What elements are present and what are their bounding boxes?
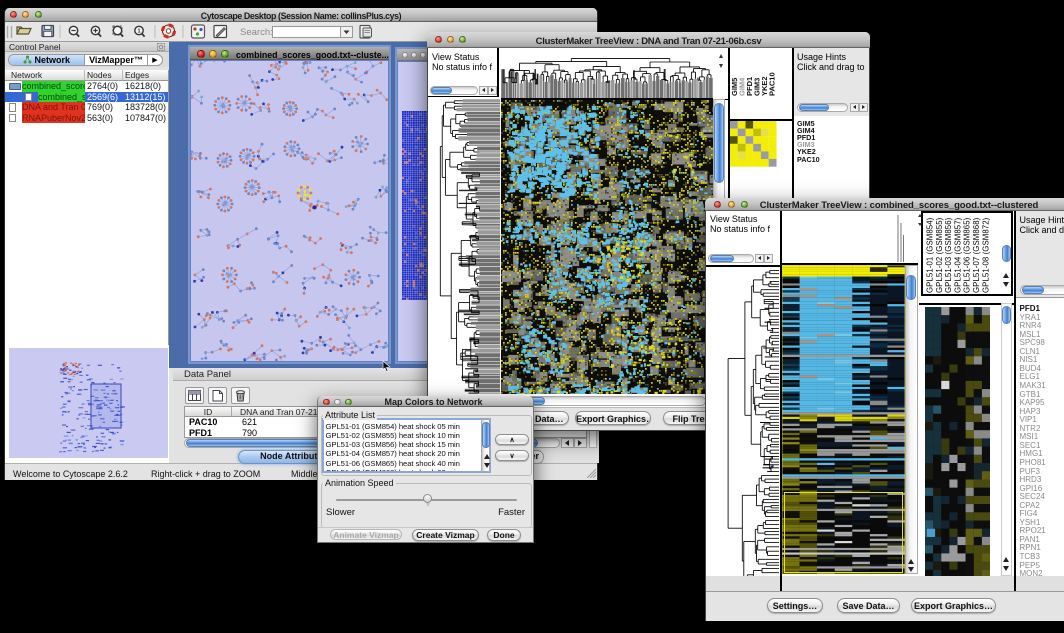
svg-text:PAC10: PAC10 — [768, 72, 777, 96]
svg-text:1: 1 — [137, 29, 140, 35]
